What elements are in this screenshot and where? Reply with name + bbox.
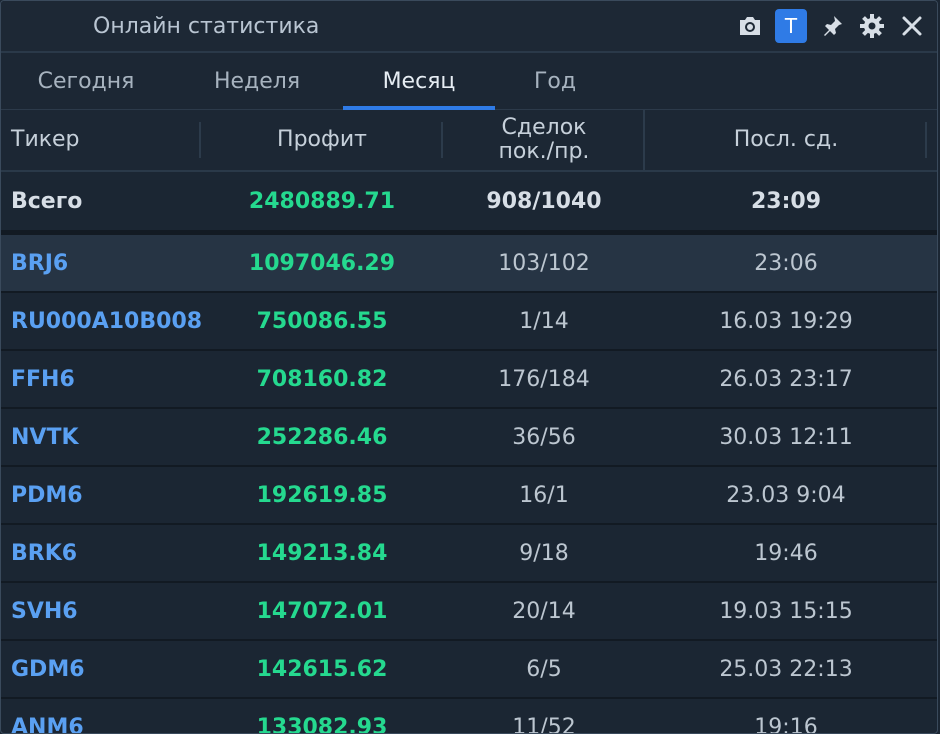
last-deal-cell: 19:16	[754, 714, 818, 734]
table-row[interactable]: PDM6 192619.85 16/1 23.03 9:04	[1, 467, 937, 525]
tab-today[interactable]: Сегодня	[1, 53, 171, 109]
profit-cell: 750086.55	[256, 308, 388, 334]
close-icon[interactable]	[897, 11, 927, 41]
total-profit: 2480889.71	[248, 188, 396, 214]
profit-cell: 149213.84	[256, 540, 388, 566]
gear-icon[interactable]	[857, 11, 887, 41]
deals-cell: 16/1	[519, 482, 569, 508]
profit-cell: 142615.62	[256, 656, 388, 682]
last-deal-cell: 26.03 23:17	[719, 366, 853, 392]
last-deal-cell: 30.03 12:11	[719, 424, 853, 450]
ticker-cell: BRK6	[11, 540, 78, 566]
profit-cell: 708160.82	[256, 366, 388, 392]
ticker-cell: PDM6	[11, 482, 83, 508]
t-toggle-button[interactable]: T	[775, 9, 807, 43]
total-row: Всего 2480889.71 908/1040 23:09	[1, 172, 937, 235]
last-deal-cell: 23.03 9:04	[726, 482, 846, 508]
profit-cell: 192619.85	[256, 482, 388, 508]
table-row[interactable]: GDM6 142615.62 6/5 25.03 22:13	[1, 641, 937, 699]
total-label: Всего	[11, 188, 83, 214]
last-deal-cell: 16.03 19:29	[719, 308, 853, 334]
ticker-cell: SVH6	[11, 598, 78, 624]
table-row[interactable]: BRJ6 1097046.29 103/102 23:06	[1, 235, 937, 293]
tab-month[interactable]: Месяц	[343, 53, 495, 110]
pin-icon[interactable]	[817, 11, 847, 41]
ticker-cell: ANM6	[11, 714, 84, 734]
titlebar-icons: T	[735, 9, 927, 43]
table-row[interactable]: RU000A10B008 750086.55 1/14 16.03 19:29	[1, 293, 937, 351]
ticker-cell: RU000A10B008	[11, 308, 203, 334]
table-row[interactable]: SVH6 147072.01 20/14 19.03 15:15	[1, 583, 937, 641]
last-deal-cell: 19.03 15:15	[719, 598, 853, 624]
header-deals[interactable]: Сделок пок./пр.	[443, 110, 645, 170]
ticker-cell: FFH6	[11, 366, 75, 392]
table-body: BRJ6 1097046.29 103/102 23:06 RU000A10B0…	[1, 235, 937, 734]
ticker-cell: NVTK	[11, 424, 79, 450]
last-deal-cell: 25.03 22:13	[719, 656, 853, 682]
deals-cell: 1/14	[519, 308, 569, 334]
header-last-deal[interactable]: Посл. сд.	[645, 122, 927, 158]
deals-cell: 20/14	[512, 598, 576, 624]
profit-cell: 133082.93	[256, 714, 388, 734]
ticker-cell: BRJ6	[11, 250, 69, 276]
titlebar: Онлайн статистика T	[1, 1, 937, 53]
stats-window: Онлайн статистика T Сегодня Неделя Месяц…	[0, 0, 938, 734]
deals-cell: 103/102	[498, 250, 590, 276]
table-row[interactable]: FFH6 708160.82 176/184 26.03 23:17	[1, 351, 937, 409]
table-header: Тикер Профит Сделок пок./пр. Посл. сд.	[1, 110, 937, 172]
last-deal-cell: 23:06	[754, 250, 818, 276]
header-deals-line2: пок./пр.	[498, 139, 590, 164]
period-tabs: Сегодня Неделя Месяц Год	[1, 53, 937, 110]
profit-cell: 1097046.29	[248, 250, 396, 276]
deals-cell: 176/184	[498, 366, 590, 392]
camera-icon[interactable]	[735, 11, 765, 41]
total-deals: 908/1040	[486, 188, 602, 214]
deals-cell: 6/5	[526, 656, 562, 682]
table-row[interactable]: ANM6 133082.93 11/52 19:16	[1, 699, 937, 734]
header-deals-line1: Сделок	[501, 115, 587, 140]
ticker-cell: GDM6	[11, 656, 85, 682]
window-title: Онлайн статистика	[93, 13, 320, 39]
header-ticker[interactable]: Тикер	[1, 122, 201, 158]
profit-cell: 147072.01	[256, 598, 388, 624]
table-row[interactable]: NVTK 252286.46 36/56 30.03 12:11	[1, 409, 937, 467]
tab-year[interactable]: Год	[495, 53, 615, 109]
last-deal-cell: 19:46	[754, 540, 818, 566]
total-last: 23:09	[750, 188, 822, 214]
table-row[interactable]: BRK6 149213.84 9/18 19:46	[1, 525, 937, 583]
profit-cell: 252286.46	[256, 424, 388, 450]
deals-cell: 9/18	[519, 540, 569, 566]
deals-cell: 36/56	[512, 424, 576, 450]
header-profit[interactable]: Профит	[201, 122, 443, 158]
deals-cell: 11/52	[512, 714, 576, 734]
tab-week[interactable]: Неделя	[171, 53, 343, 109]
